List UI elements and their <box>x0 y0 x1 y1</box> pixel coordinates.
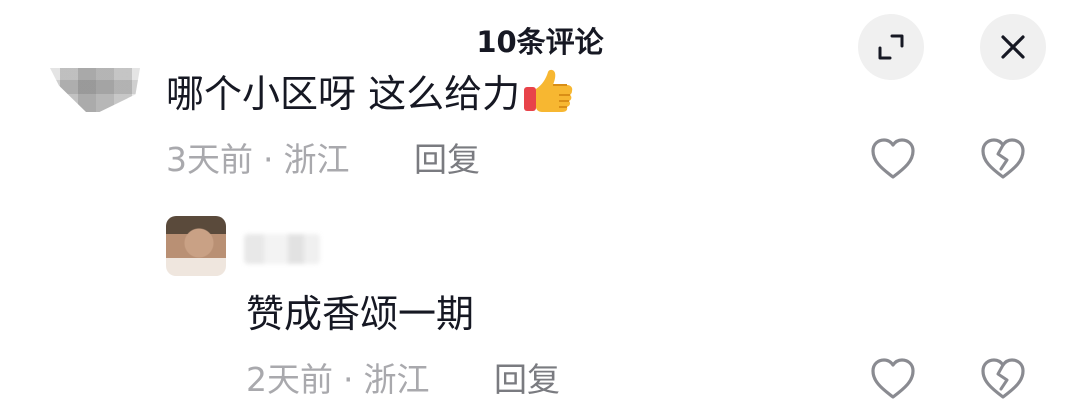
comment-time: 3天前 <box>166 140 253 179</box>
broken-heart-icon <box>981 138 1025 179</box>
heart-outline-icon <box>871 138 915 179</box>
comment-meta: 2天前 · 浙江 <box>246 358 430 402</box>
close-button[interactable] <box>980 14 1046 80</box>
close-icon <box>1001 35 1025 59</box>
reply-comment-text: 赞成香颂一期 <box>246 292 475 336</box>
thumbs-up-icon <box>522 69 574 126</box>
comment-location: 浙江 <box>363 360 430 399</box>
meta-separator: · <box>343 360 354 399</box>
meta-separator: · <box>263 140 274 179</box>
dislike-button[interactable] <box>978 134 1028 184</box>
expand-icon <box>878 34 904 60</box>
comment-text: 哪个小区呀 这么给力 <box>166 68 574 126</box>
dislike-button[interactable] <box>978 354 1028 404</box>
username-blurred[interactable] <box>244 234 320 264</box>
reply-button[interactable]: 回复 <box>494 358 560 402</box>
heart-outline-icon <box>871 358 915 399</box>
comment-time: 2天前 <box>246 360 333 399</box>
comment-body: 哪个小区呀 这么给力 <box>166 72 521 116</box>
comment-location: 浙江 <box>283 140 350 179</box>
avatar[interactable] <box>50 68 140 112</box>
avatar[interactable] <box>166 216 226 276</box>
like-button[interactable] <box>868 134 918 184</box>
broken-heart-icon <box>981 358 1025 399</box>
comment-meta: 3天前 · 浙江 <box>166 138 350 182</box>
expand-button[interactable] <box>858 14 924 80</box>
like-button[interactable] <box>868 354 918 404</box>
reply-button[interactable]: 回复 <box>414 138 480 182</box>
